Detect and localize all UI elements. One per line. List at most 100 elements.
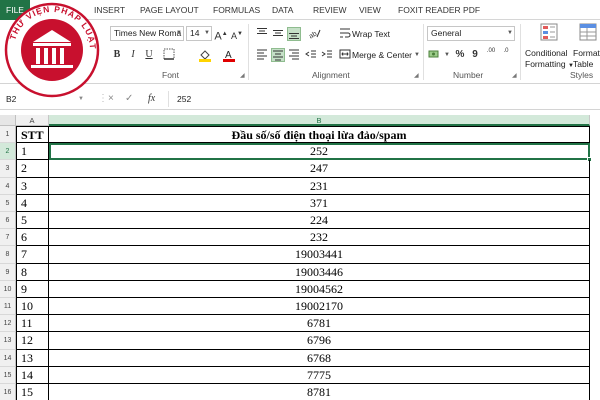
font-name-select[interactable]: Times New Roma ▼: [110, 26, 184, 41]
stt-cell[interactable]: 9: [16, 280, 49, 298]
stt-cell[interactable]: 5: [16, 212, 49, 230]
phone-number-cell[interactable]: 8781: [49, 384, 590, 400]
row-header[interactable]: 14: [0, 349, 16, 367]
header-cell-stt[interactable]: STT: [16, 126, 49, 144]
underline-button[interactable]: U: [142, 48, 156, 62]
row-header[interactable]: 3: [0, 160, 16, 178]
phone-number-cell[interactable]: 19004562: [49, 280, 590, 298]
tab-review[interactable]: REVIEW: [313, 0, 347, 20]
cancel-icon[interactable]: ×: [108, 91, 114, 107]
stt-cell[interactable]: 2: [16, 160, 49, 178]
stt-cell[interactable]: 12: [16, 332, 49, 350]
bold-button[interactable]: B: [110, 48, 124, 62]
phone-number-cell[interactable]: 19003441: [49, 246, 590, 264]
row-header[interactable]: 7: [0, 229, 16, 247]
phone-number-cell[interactable]: 371: [49, 194, 590, 212]
formula-input[interactable]: 252: [168, 91, 588, 107]
phone-number-cell[interactable]: 19003446: [49, 263, 590, 281]
stt-cell[interactable]: 14: [16, 366, 49, 384]
dialog-launcher-icon[interactable]: ◢: [240, 72, 245, 79]
fill-color-icon[interactable]: [198, 48, 212, 62]
conditional-formatting-icon[interactable]: [538, 22, 560, 44]
selected-cell-b2[interactable]: 252: [49, 143, 592, 163]
tab-view[interactable]: VIEW: [359, 0, 381, 20]
align-right-icon[interactable]: [287, 48, 301, 62]
grow-font-icon[interactable]: A▲: [214, 27, 228, 43]
stt-cell[interactable]: 15: [16, 384, 49, 400]
stt-cell[interactable]: 10: [16, 298, 49, 316]
wrap-text-button[interactable]: Wrap Text: [352, 27, 390, 41]
wrap-text-icon[interactable]: [338, 27, 352, 41]
number-format-select[interactable]: General ▼: [427, 26, 515, 41]
stt-cell[interactable]: 8: [16, 263, 49, 281]
phone-number-cell[interactable]: 232: [49, 229, 590, 247]
phone-number-cell[interactable]: 6781: [49, 315, 590, 333]
phone-number-cell[interactable]: 6768: [49, 349, 590, 367]
column-header-b[interactable]: B: [49, 115, 590, 126]
row-header[interactable]: 1: [0, 126, 16, 144]
chevron-down-icon[interactable]: ▼: [414, 48, 420, 62]
comma-style-button[interactable]: 9: [468, 48, 482, 62]
stt-cell[interactable]: 6: [16, 229, 49, 247]
enter-icon[interactable]: ✓: [125, 91, 133, 107]
row-header[interactable]: 5: [0, 194, 16, 212]
align-bottom-icon[interactable]: [287, 27, 301, 41]
stt-cell[interactable]: 11: [16, 315, 49, 333]
font-size-select[interactable]: 14 ▼: [186, 26, 212, 41]
column-header-a[interactable]: A: [16, 115, 49, 126]
font-color-icon[interactable]: A: [222, 48, 236, 62]
row-header[interactable]: 10: [0, 280, 16, 298]
merge-center-button[interactable]: Merge & Center: [352, 48, 412, 62]
dialog-launcher-icon[interactable]: ◢: [512, 72, 517, 79]
row-header[interactable]: 15: [0, 366, 16, 384]
tab-foxit-reader-pdf[interactable]: FOXIT READER PDF: [398, 0, 480, 20]
phone-number-cell[interactable]: 247: [49, 160, 590, 178]
borders-icon[interactable]: [162, 48, 176, 62]
align-middle-icon[interactable]: [271, 27, 285, 41]
stt-cell[interactable]: 7: [16, 246, 49, 264]
shrink-font-icon[interactable]: A▼: [230, 27, 244, 41]
header-cell-title[interactable]: Đầu số/số điện thoại lừa đảo/spam: [49, 126, 590, 144]
stt-cell[interactable]: 13: [16, 349, 49, 367]
phone-number-cell[interactable]: 231: [49, 177, 590, 195]
select-all-corner[interactable]: [0, 115, 16, 126]
decrease-indent-icon[interactable]: [304, 48, 318, 62]
percent-button[interactable]: %: [453, 48, 467, 62]
align-left-icon[interactable]: [255, 48, 269, 62]
row-header[interactable]: 16: [0, 384, 16, 400]
dialog-launcher-icon[interactable]: ◢: [414, 72, 419, 79]
row-header[interactable]: 2: [0, 143, 16, 161]
increase-indent-icon[interactable]: [320, 48, 334, 62]
row-header[interactable]: 13: [0, 332, 16, 350]
increase-decimal-button[interactable]: .00: [485, 48, 497, 62]
format-as-table-icon[interactable]: [577, 22, 599, 44]
phone-number-cell[interactable]: 6796: [49, 332, 590, 350]
insert-function-button[interactable]: fx: [148, 91, 155, 107]
merge-center-icon[interactable]: [338, 48, 352, 62]
row-header[interactable]: 12: [0, 315, 16, 333]
italic-button[interactable]: I: [126, 48, 140, 62]
stt-cell[interactable]: 1: [16, 143, 49, 161]
row-header[interactable]: 11: [0, 298, 16, 316]
tab-page-layout[interactable]: PAGE LAYOUT: [140, 0, 199, 20]
align-center-icon[interactable]: [271, 48, 285, 62]
row-header[interactable]: 4: [0, 177, 16, 195]
currency-icon[interactable]: [428, 48, 442, 62]
tab-data[interactable]: DATA: [272, 0, 293, 20]
row-header[interactable]: 9: [0, 263, 16, 281]
format-as-table-line2[interactable]: Table: [573, 57, 593, 71]
phone-number-cell[interactable]: 7775: [49, 366, 590, 384]
table-row: 14 13 6768: [0, 349, 600, 367]
conditional-formatting-button-line2[interactable]: Formatting ▼: [525, 57, 574, 73]
tab-formulas[interactable]: FORMULAS: [213, 0, 260, 20]
stt-cell[interactable]: 3: [16, 177, 49, 195]
phone-number-cell[interactable]: 224: [49, 212, 590, 230]
row-header[interactable]: 8: [0, 246, 16, 264]
chevron-down-icon[interactable]: ▼: [444, 48, 450, 62]
decrease-decimal-button[interactable]: .0: [500, 48, 512, 62]
phone-number-cell[interactable]: 19002170: [49, 298, 590, 316]
align-top-icon[interactable]: [255, 27, 269, 41]
stt-cell[interactable]: 4: [16, 194, 49, 212]
orientation-icon[interactable]: ab: [308, 27, 322, 41]
row-header[interactable]: 6: [0, 212, 16, 230]
